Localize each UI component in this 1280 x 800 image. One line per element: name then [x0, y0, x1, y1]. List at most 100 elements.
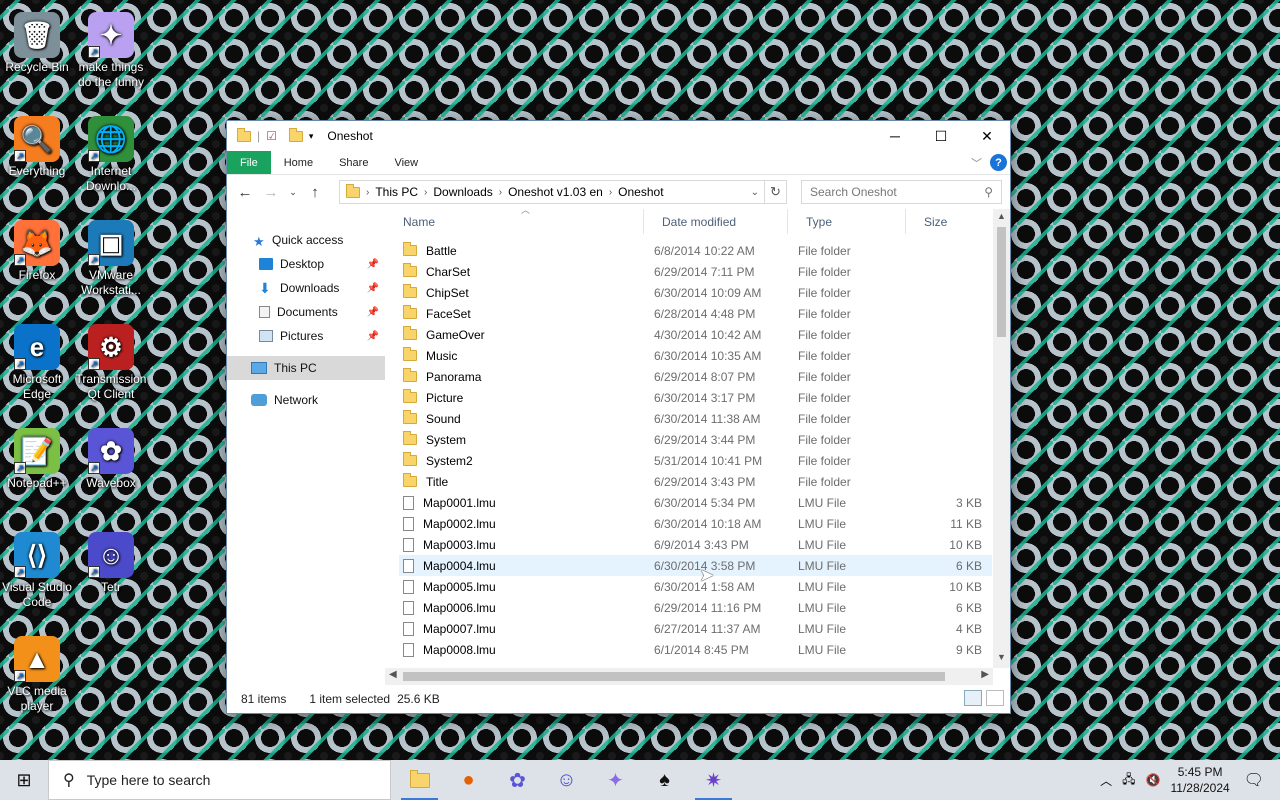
table-row[interactable]: Picture 6/30/2014 3:17 PM File folder — [399, 387, 992, 408]
table-row[interactable]: FaceSet 6/28/2014 4:48 PM File folder — [399, 303, 992, 324]
desktop-icon-item[interactable]: ▣ ↗ VMware Workstati... — [72, 220, 150, 298]
large-icons-view-icon[interactable] — [986, 690, 1004, 706]
table-row[interactable]: Map0002.lmu 6/30/2014 10:18 AM LMU File 11 … — [399, 513, 992, 534]
scroll-right-arrow-icon[interactable]: ▶ — [981, 669, 989, 680]
desktop-icon-item[interactable]: 🗑 Recycle Bin — [0, 12, 76, 75]
nav-network[interactable]: Network — [227, 388, 385, 412]
column-name[interactable]: Name — [385, 209, 644, 234]
recent-locations-chevron-icon[interactable]: ⌄ — [287, 187, 299, 198]
tab-file[interactable]: File — [227, 151, 271, 174]
pin-icon[interactable]: 📌 — [367, 331, 379, 342]
breadcrumb-oneshot[interactable]: Oneshot — [618, 185, 663, 199]
minimize-button[interactable]: ─ — [872, 121, 918, 151]
customize-toolbar-chevron-icon[interactable]: ▾ — [309, 131, 314, 142]
breadcrumb-downloads[interactable]: Downloads — [433, 185, 492, 199]
shortcut-arrow-icon: ↗ — [14, 462, 26, 474]
desktop-icon-item[interactable]: ⚙ ↗ Transmission Qt Client — [72, 324, 150, 402]
file-name: Map0006.lmu — [423, 600, 496, 615]
volume-muted-icon[interactable]: 🔇 — [1146, 773, 1161, 787]
column-type[interactable]: Type — [788, 209, 906, 234]
table-row[interactable]: Map0008.lmu 6/1/2014 8:45 PM LMU File 9 KB — [399, 639, 992, 660]
oneshot-taskbar-icon[interactable]: ✷ — [689, 760, 738, 800]
breadcrumb-this-pc[interactable]: This PC — [375, 185, 418, 199]
inkscape-taskbar-icon[interactable]: ♠ — [640, 760, 689, 800]
scroll-up-arrow-icon[interactable]: ▲ — [993, 211, 1010, 225]
table-row[interactable]: System 6/29/2014 3:44 PM File folder — [399, 429, 992, 450]
table-row[interactable]: System2 5/31/2014 10:41 PM File folder — [399, 450, 992, 471]
desktop-icon-item[interactable]: ☺ ↗ Tetr — [72, 532, 150, 595]
show-hidden-icons-chevron-icon[interactable]: ︿ — [1100, 772, 1112, 789]
pin-icon[interactable]: 📌 — [367, 283, 379, 294]
table-row[interactable]: Panorama 6/29/2014 8:07 PM File folder — [399, 366, 992, 387]
scroll-left-arrow-icon[interactable]: ◀ — [389, 669, 397, 680]
help-icon[interactable]: ? — [990, 154, 1007, 171]
table-row[interactable]: Title 6/29/2014 3:43 PM File folder — [399, 471, 992, 492]
column-date-modified[interactable]: Date modified — [644, 209, 788, 234]
horizontal-scrollbar[interactable]: ◀ ▶ — [385, 668, 993, 685]
back-arrow-icon[interactable]: ← — [235, 184, 255, 201]
pin-icon[interactable]: 📌 — [367, 307, 379, 318]
nav-item-downloads[interactable]: ⬇ Downloads 📌 — [227, 276, 385, 300]
table-row[interactable]: Map0005.lmu 6/30/2014 1:58 AM LMU File 10 K… — [399, 576, 992, 597]
desktop-icon-item[interactable]: e ↗ Microsoft Edge — [0, 324, 76, 402]
desktop-icon-item[interactable]: 🦊 ↗ Firefox — [0, 220, 76, 283]
scroll-thumb[interactable] — [997, 227, 1006, 337]
file-explorer-taskbar-icon[interactable] — [395, 760, 444, 800]
desktop-icon-item[interactable]: ✿ ↗ Wavebox — [72, 428, 150, 491]
table-row[interactable]: Map0003.lmu 6/9/2014 3:43 PM LMU File 10 KB — [399, 534, 992, 555]
forward-arrow-icon[interactable]: → — [261, 184, 281, 201]
search-input[interactable]: Search Oneshot ⚲ — [801, 180, 1002, 204]
tab-view[interactable]: View — [381, 151, 431, 174]
desktop-icon-item[interactable]: ✦ ↗ make things do the funny — [72, 12, 150, 90]
firefox-taskbar-icon[interactable]: ● — [444, 760, 493, 800]
table-row[interactable]: GameOver 4/30/2014 10:42 AM File folder — [399, 324, 992, 345]
table-row[interactable]: Map0004.lmu 6/30/2014 3:58 PM LMU File 6 KB — [399, 555, 992, 576]
table-row[interactable]: Music 6/30/2014 10:35 AM File folder — [399, 345, 992, 366]
title-bar[interactable]: | ☑ ▾ Oneshot ─ ☐ ✕ — [227, 121, 1010, 151]
desktop-icon-item[interactable]: 📝 ↗ Notepad++ — [0, 428, 76, 491]
wavebox-taskbar-icon[interactable]: ✿ — [493, 760, 542, 800]
taskbar-search[interactable]: ⚲ Type here to search — [48, 760, 391, 800]
nav-quick-access[interactable]: ★ Quick access — [227, 228, 385, 252]
table-row[interactable]: Map0001.lmu 6/30/2014 5:34 PM LMU File 3 KB — [399, 492, 992, 513]
table-row[interactable]: ChipSet 6/30/2014 10:09 AM File folder — [399, 282, 992, 303]
scroll-down-arrow-icon[interactable]: ▼ — [993, 652, 1010, 666]
tab-home[interactable]: Home — [271, 151, 326, 174]
vertical-scrollbar[interactable]: ▲ ▼ — [993, 209, 1010, 668]
table-row[interactable]: CharSet 6/29/2014 7:11 PM File folder — [399, 261, 992, 282]
nav-item-desktop[interactable]: Desktop 📌 — [227, 252, 385, 276]
refresh-icon[interactable]: ↻ — [765, 180, 787, 204]
desktop-icon-item[interactable]: 🌐 ↗ Internet Downlo... — [72, 116, 150, 194]
maximize-button[interactable]: ☐ — [918, 121, 964, 151]
table-row[interactable]: Battle 6/8/2014 10:22 AM File folder — [399, 240, 992, 261]
close-button[interactable]: ✕ — [964, 121, 1010, 151]
table-row[interactable]: Map0006.lmu 6/29/2014 11:16 PM LMU File 6 K… — [399, 597, 992, 618]
network-icon[interactable]: 🖧 — [1122, 770, 1135, 791]
clock[interactable]: 5:45 PM 11/28/2024 — [1171, 764, 1230, 796]
start-button[interactable]: ⊞ — [0, 760, 48, 800]
column-size[interactable]: Size — [906, 209, 986, 234]
nav-this-pc[interactable]: This PC — [227, 356, 385, 380]
scroll-thumb[interactable] — [403, 672, 945, 681]
expand-ribbon-chevron-icon[interactable]: ﹀ — [971, 155, 982, 171]
notifications-icon[interactable]: 🗨 — [1244, 770, 1264, 790]
desktop-icon-item[interactable]: ▲ ↗ VLC media player — [0, 636, 76, 714]
details-view-icon[interactable] — [964, 690, 982, 706]
shortcut-arrow-icon: ↗ — [88, 150, 100, 162]
desktop-icon-item[interactable]: ⟨⟩ ↗ Visual Studio Code — [0, 532, 76, 610]
tab-share[interactable]: Share — [326, 151, 381, 174]
nav-item-pictures[interactable]: Pictures 📌 — [227, 324, 385, 348]
table-row[interactable]: Sound 6/30/2014 11:38 AM File folder — [399, 408, 992, 429]
breadcrumb-oneshot-v103[interactable]: Oneshot v1.03 en — [508, 185, 603, 199]
address-bar[interactable]: › This PC › Downloads › Oneshot v1.03 en… — [339, 180, 765, 204]
up-arrow-icon[interactable]: ↑ — [305, 184, 325, 201]
nav-item-documents[interactable]: Documents 📌 — [227, 300, 385, 324]
make-things-taskbar-icon[interactable]: ✦ — [591, 760, 640, 800]
address-dropdown-chevron-icon[interactable]: ⌄ — [746, 187, 764, 198]
desktop-icon-item[interactable]: 🔍 ↗ Everything — [0, 116, 76, 179]
pin-icon[interactable]: 📌 — [367, 259, 379, 270]
properties-icon[interactable]: ☑ — [266, 129, 277, 143]
new-folder-icon[interactable] — [288, 127, 303, 142]
tetr-taskbar-icon[interactable]: ☺ — [542, 760, 591, 800]
table-row[interactable]: Map0007.lmu 6/27/2014 11:37 AM LMU File 4 K… — [399, 618, 992, 639]
